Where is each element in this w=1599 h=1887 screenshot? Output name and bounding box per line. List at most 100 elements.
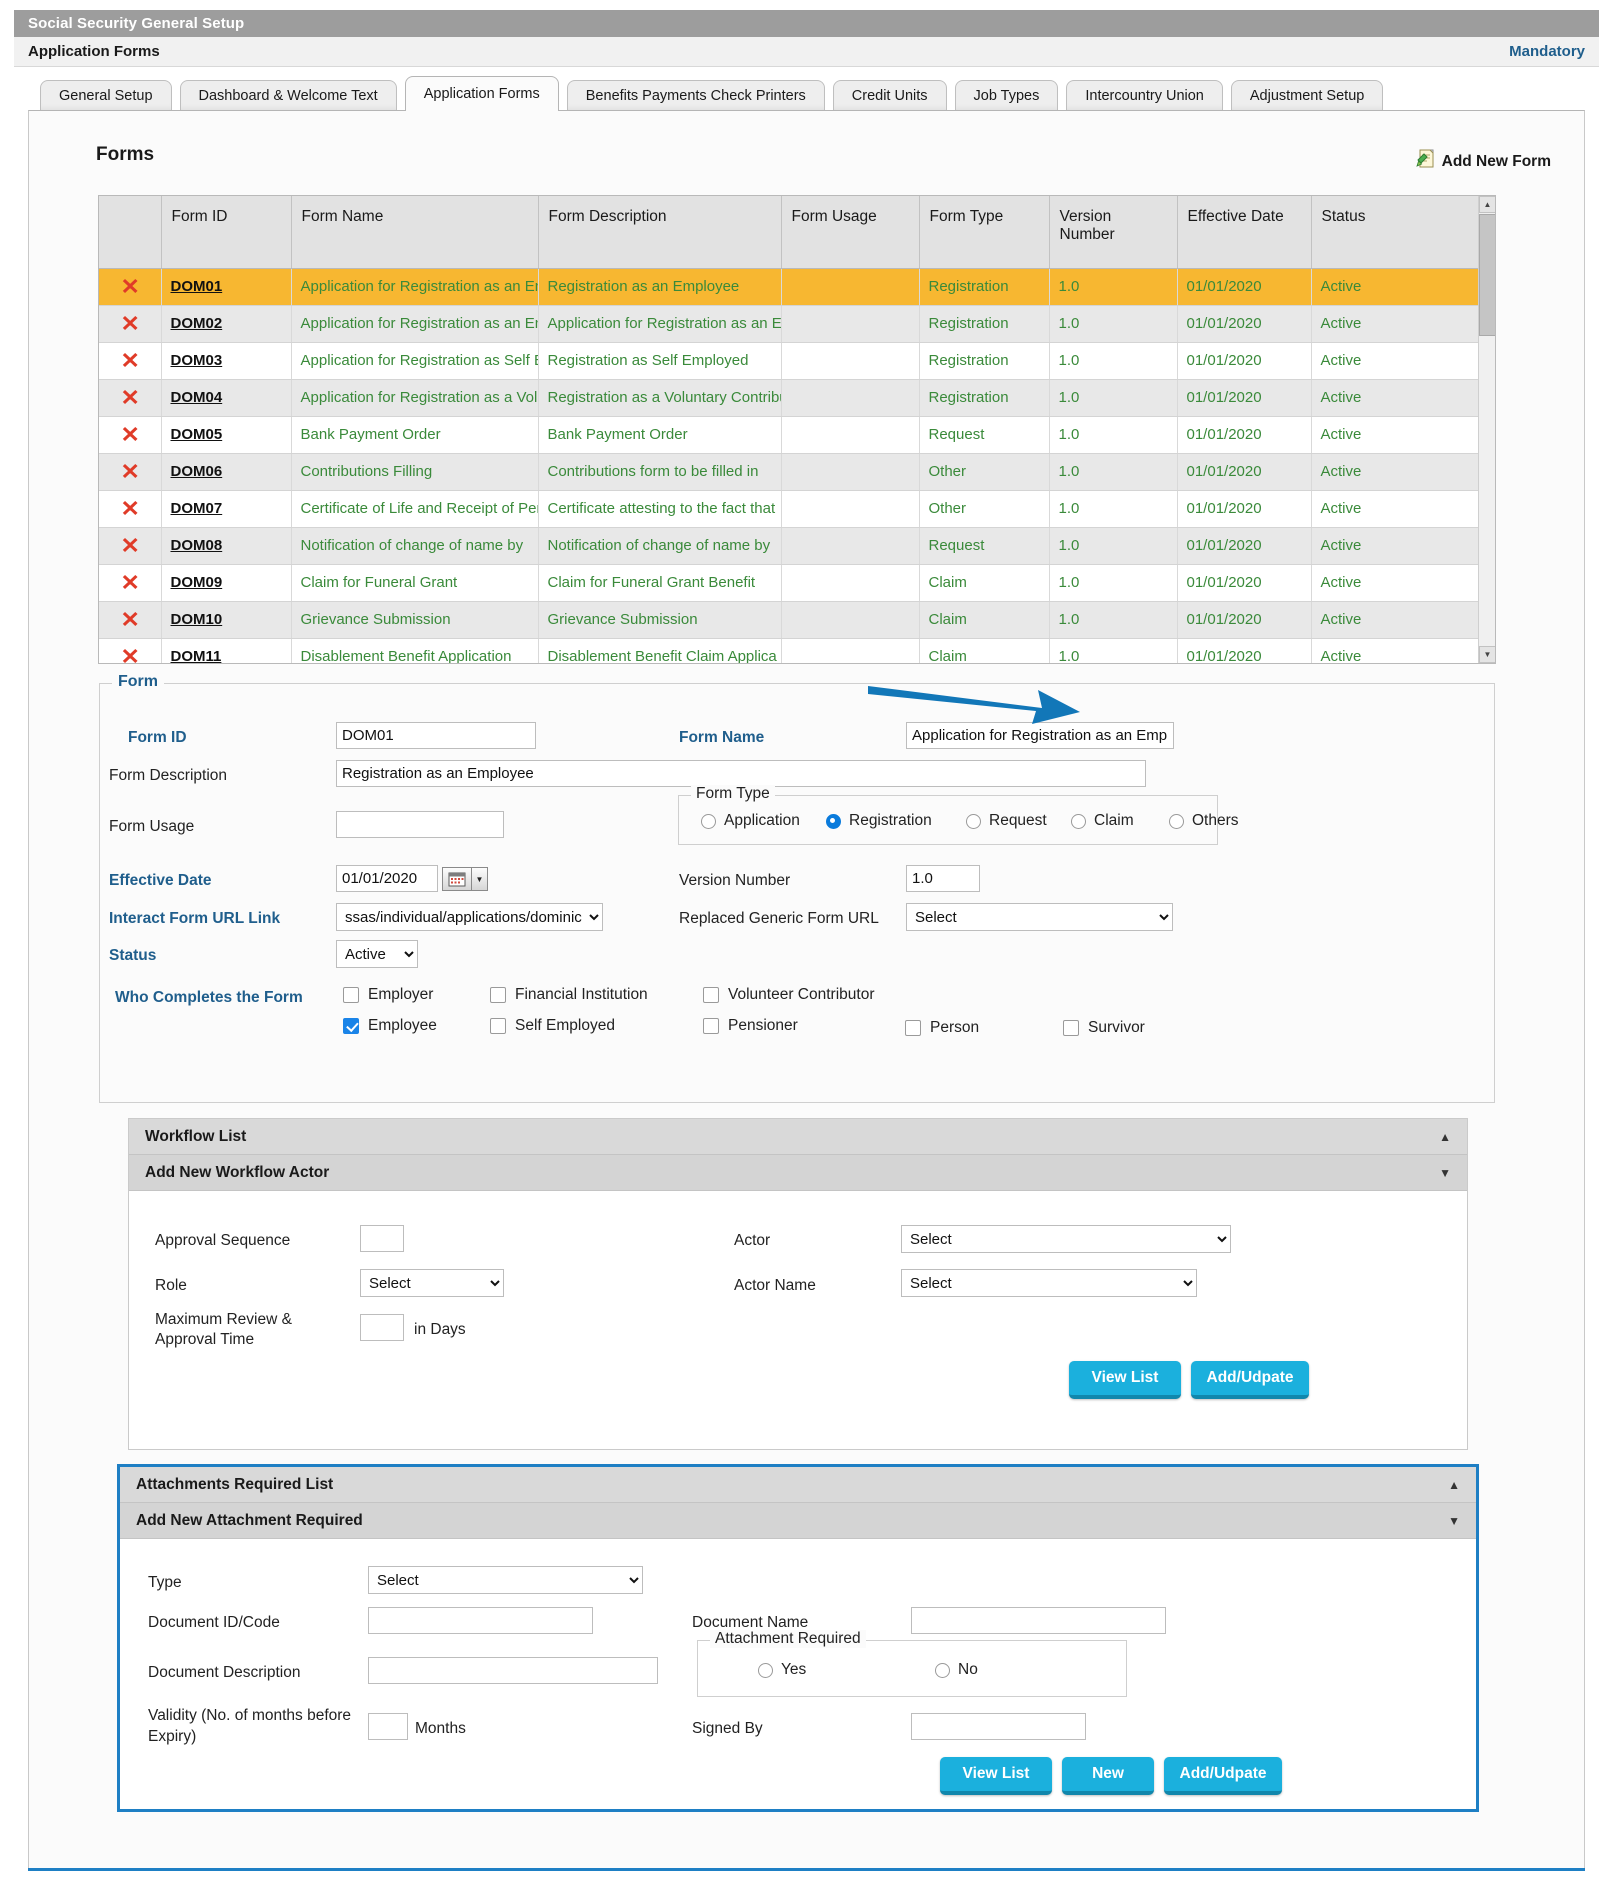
scrollbar-thumb[interactable] — [1479, 214, 1495, 336]
delete-row-button[interactable]: ✕ — [99, 416, 162, 454]
document-name-input[interactable] — [911, 1607, 1166, 1634]
close-icon[interactable]: ✕ — [120, 608, 139, 631]
form-id-link[interactable]: DOM07 — [171, 500, 223, 517]
checkbox-icon[interactable] — [490, 1018, 506, 1034]
calendar-dropdown-caret-icon[interactable]: ▼ — [472, 867, 488, 891]
close-icon[interactable]: ✕ — [120, 571, 139, 594]
tab-application-forms[interactable]: Application Forms — [404, 76, 559, 111]
cell-form-id[interactable]: DOM07 — [161, 490, 292, 528]
attachment-new-button[interactable]: New — [1062, 1757, 1154, 1795]
who-completes-checkbox-volunteer-contributor[interactable]: Volunteer Contributor — [703, 986, 874, 1004]
table-row[interactable]: ✕ DOM10 Grievance Submission Grievance Subm… — [99, 601, 1481, 639]
radio-icon[interactable] — [758, 1662, 773, 1678]
close-icon[interactable]: ✕ — [120, 275, 139, 298]
close-icon[interactable]: ✕ — [120, 312, 139, 335]
scroll-down-icon[interactable]: ▼ — [1479, 646, 1495, 663]
attachment-required-radio-no[interactable]: No — [935, 1661, 978, 1679]
cell-form-id[interactable]: DOM05 — [161, 416, 292, 454]
table-row[interactable]: ✕ DOM07 Certificate of Life and Receipt of… — [99, 490, 1481, 528]
close-icon[interactable]: ✕ — [120, 534, 139, 557]
scroll-up-icon[interactable]: ▲ — [1479, 196, 1495, 213]
checkbox-icon[interactable] — [703, 1018, 719, 1034]
delete-row-button[interactable]: ✕ — [99, 638, 162, 663]
approval-sequence-input[interactable] — [360, 1225, 404, 1252]
close-icon[interactable]: ✕ — [120, 645, 139, 663]
validity-input[interactable] — [368, 1713, 408, 1740]
delete-row-button[interactable]: ✕ — [99, 379, 162, 417]
form-id-link[interactable]: DOM02 — [171, 315, 223, 332]
max-review-time-input[interactable] — [360, 1314, 404, 1341]
signed-by-input[interactable] — [911, 1713, 1086, 1740]
add-workflow-actor-bar[interactable]: Add New Workflow Actor ▼ — [129, 1155, 1467, 1191]
tab-benefits-payments-check-printers[interactable]: Benefits Payments Check Printers — [566, 80, 825, 111]
form-id-link[interactable]: DOM08 — [171, 537, 223, 554]
form-id-link[interactable]: DOM10 — [171, 611, 223, 628]
who-completes-checkbox-person[interactable]: Person — [905, 1019, 979, 1037]
cell-form-id[interactable]: DOM06 — [161, 453, 292, 491]
checkbox-icon[interactable] — [490, 987, 506, 1003]
form-id-link[interactable]: DOM01 — [171, 278, 223, 295]
status-select[interactable]: Active — [336, 940, 418, 968]
interact-form-url-select[interactable]: ssas/individual/applications/dominica_ — [336, 903, 603, 931]
tab-dashboard-welcome-text[interactable]: Dashboard & Welcome Text — [179, 80, 397, 111]
tab-adjustment-setup[interactable]: Adjustment Setup — [1230, 80, 1384, 111]
table-row[interactable]: ✕ DOM05 Bank Payment Order Bank Payment Ord… — [99, 416, 1481, 454]
cell-form-id[interactable]: DOM09 — [161, 564, 292, 602]
document-id-input[interactable] — [368, 1607, 593, 1634]
checkbox-icon[interactable] — [1063, 1020, 1079, 1036]
table-row[interactable]: ✕ DOM04 Application for Registration as a … — [99, 379, 1481, 417]
cell-form-id[interactable]: DOM04 — [161, 379, 292, 417]
chevron-up-icon[interactable]: ▲ — [1439, 1130, 1451, 1144]
cell-form-id[interactable]: DOM11 — [161, 638, 292, 663]
form-description-input[interactable] — [336, 760, 1146, 787]
form-id-link[interactable]: DOM04 — [171, 389, 223, 406]
document-description-input[interactable] — [368, 1657, 658, 1684]
close-icon[interactable]: ✕ — [120, 460, 139, 483]
delete-row-button[interactable]: ✕ — [99, 342, 162, 380]
form-id-link[interactable]: DOM11 — [171, 648, 222, 663]
attachment-view-list-button[interactable]: View List — [940, 1757, 1052, 1795]
grid-scrollbar[interactable]: ▲ ▼ — [1478, 196, 1495, 663]
form-type-radio-request[interactable]: Request — [966, 812, 1047, 830]
table-row[interactable]: ✕ DOM03 Application for Registration as Se… — [99, 342, 1481, 380]
cell-form-id[interactable]: DOM08 — [161, 527, 292, 565]
who-completes-checkbox-pensioner[interactable]: Pensioner — [703, 1017, 798, 1035]
attachments-list-bar[interactable]: Attachments Required List ▲ — [120, 1467, 1476, 1503]
close-icon[interactable]: ✕ — [120, 349, 139, 372]
add-new-form-button[interactable]: Add New Form — [1415, 148, 1551, 175]
who-completes-checkbox-financial-institution[interactable]: Financial Institution — [490, 986, 648, 1004]
close-icon[interactable]: ✕ — [120, 497, 139, 520]
radio-icon[interactable] — [935, 1662, 950, 1678]
checkbox-icon[interactable] — [703, 987, 719, 1003]
form-type-radio-application[interactable]: Application — [701, 812, 800, 830]
table-row[interactable]: ✕ DOM11 Disablement Benefit Application Dis… — [99, 638, 1481, 663]
form-id-link[interactable]: DOM05 — [171, 426, 223, 443]
chevron-up-icon[interactable]: ▲ — [1448, 1478, 1460, 1492]
radio-icon[interactable] — [1169, 813, 1184, 829]
replaced-generic-form-url-select[interactable]: Select — [906, 903, 1173, 931]
cell-form-id[interactable]: DOM01 — [161, 268, 292, 306]
radio-icon[interactable] — [701, 813, 716, 829]
delete-row-button[interactable]: ✕ — [99, 453, 162, 491]
workflow-add-update-button[interactable]: Add/Udpate — [1191, 1361, 1309, 1399]
effective-date-input[interactable] — [336, 865, 438, 892]
attachment-add-update-button[interactable]: Add/Udpate — [1164, 1757, 1282, 1795]
delete-row-button[interactable]: ✕ — [99, 527, 162, 565]
delete-row-button[interactable]: ✕ — [99, 564, 162, 602]
tab-intercountry-union[interactable]: Intercountry Union — [1066, 80, 1223, 111]
who-completes-checkbox-employee[interactable]: Employee — [343, 1017, 437, 1035]
delete-row-button[interactable]: ✕ — [99, 305, 162, 343]
form-usage-input[interactable] — [336, 811, 504, 838]
version-number-input[interactable] — [906, 865, 980, 892]
close-icon[interactable]: ✕ — [120, 423, 139, 446]
workflow-list-bar[interactable]: Workflow List ▲ — [129, 1119, 1467, 1155]
attachment-required-radio-yes[interactable]: Yes — [758, 1661, 806, 1679]
add-attachment-bar[interactable]: Add New Attachment Required ▼ — [120, 1503, 1476, 1539]
radio-icon[interactable] — [1071, 813, 1086, 829]
table-row[interactable]: ✕ DOM09 Claim for Funeral Grant Claim for F… — [99, 564, 1481, 602]
actor-name-select[interactable]: Select — [901, 1269, 1197, 1297]
tab-job-types[interactable]: Job Types — [954, 80, 1059, 111]
form-name-input[interactable] — [906, 722, 1174, 749]
form-id-link[interactable]: DOM09 — [171, 574, 223, 591]
who-completes-checkbox-survivor[interactable]: Survivor — [1063, 1019, 1145, 1037]
